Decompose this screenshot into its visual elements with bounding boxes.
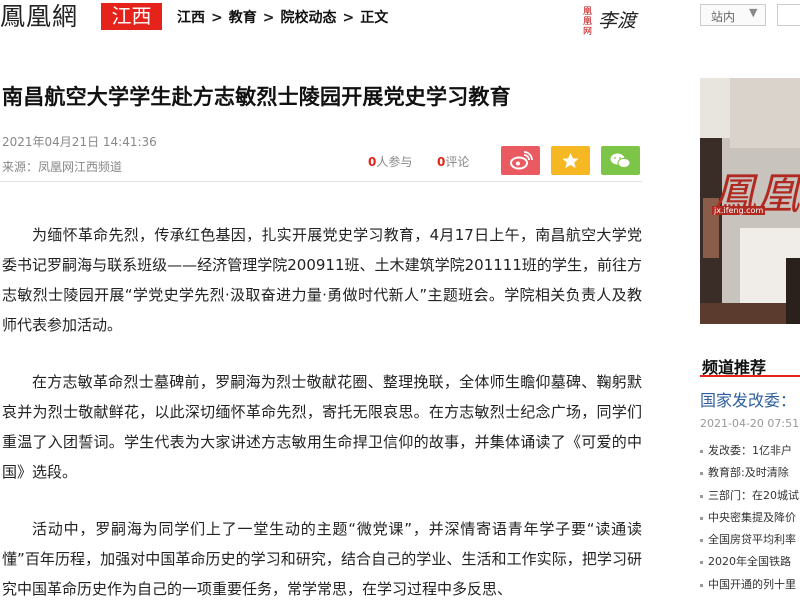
bullet-icon xyxy=(700,539,703,543)
list-item-link[interactable]: 2020年全国铁路 xyxy=(708,555,791,568)
breadcrumb-separator: > xyxy=(342,10,355,26)
breadcrumb-education[interactable]: 教育 xyxy=(229,10,257,26)
article-source[interactable]: 来源：凤凰网江西频道 xyxy=(2,158,122,175)
list-item-link[interactable]: 发改委：1亿非户 xyxy=(708,444,792,457)
breadcrumb-jiangxi[interactable]: 江西 xyxy=(177,10,205,26)
list-item-link[interactable]: 教育部:及时清除 xyxy=(708,466,789,479)
search-scope-select[interactable]: 站内 ▼ xyxy=(700,4,766,26)
bullet-icon xyxy=(700,583,703,587)
section-underline xyxy=(700,375,800,377)
list-item[interactable]: 2020年全国铁路 xyxy=(700,551,800,573)
list-item[interactable]: 三部门：在20城试 xyxy=(700,485,800,507)
site-header: 鳳凰網 江西 江西 > 教育 > 院校动态 > 正文 凰凰网 李渡 站内 ▼ xyxy=(0,0,800,38)
share-wechat-button[interactable] xyxy=(601,146,640,175)
comments-label: 评论 xyxy=(445,155,470,169)
brand-badge-name: 李渡 xyxy=(598,10,637,32)
chevron-down-icon: ▼ xyxy=(749,6,758,19)
weibo-icon xyxy=(510,151,533,170)
list-item-link[interactable]: 全国房贷平均利率 xyxy=(708,533,796,546)
list-item[interactable]: 中央密集提及降价 xyxy=(700,507,800,529)
ifeng-logo[interactable]: 鳳凰網 xyxy=(0,2,78,32)
favorite-button[interactable] xyxy=(551,146,590,175)
bullet-icon xyxy=(700,516,703,520)
article-paragraph: 为缅怀革命先烈，传承红色基因，扎实开展党史学习教育，4月17日上午，南昌航空大学… xyxy=(2,226,642,334)
recommend-headline-date: 2021-04-20 07:51 xyxy=(700,417,800,430)
recommend-list: 发改委：1亿非户 教育部:及时清除 三部门：在20城试 中央密集提及降价 全国房… xyxy=(700,440,800,596)
lidu-brand-badge[interactable]: 凰凰网 李渡 xyxy=(583,4,645,37)
article-paragraph: 在方志敏革命烈士墓碑前，罗嗣海为烈士敬献花圈、整理挽联，全体师生瞻仰墓碑、鞠躬默… xyxy=(2,373,642,481)
sidebar-ad-image[interactable]: 鳳凰 jx.ifeng.com xyxy=(700,78,800,324)
share-weibo-button[interactable] xyxy=(501,146,540,175)
watermark-url: jx.ifeng.com xyxy=(712,206,766,215)
bullet-icon xyxy=(700,472,703,476)
breadcrumb-article: 正文 xyxy=(360,10,389,26)
breadcrumb: 江西 > 教育 > 院校动态 > 正文 xyxy=(177,9,388,27)
bullet-icon xyxy=(700,561,703,565)
participants-count[interactable]: 0人参与 xyxy=(368,153,412,170)
list-item[interactable]: 中国开通的列十里 xyxy=(700,574,800,596)
recommend-headline-link[interactable]: 国家发改委： xyxy=(700,387,796,411)
list-item-link[interactable]: 中央密集提及降价 xyxy=(708,511,796,524)
breadcrumb-school-news[interactable]: 院校动态 xyxy=(280,10,336,26)
article-paragraph: 活动中，罗嗣海为同学们上了一堂生动的主题“微党课”，并深情寄语青年学子要“读通读… xyxy=(2,520,642,598)
article-date: 2021年04月21日 14:41:36 xyxy=(2,135,157,149)
list-item[interactable]: 发改委：1亿非户 xyxy=(700,440,800,462)
list-item[interactable]: 教育部:及时清除 xyxy=(700,462,800,484)
participants-label: 人参与 xyxy=(376,155,413,169)
search-scope-label: 站内 xyxy=(711,10,736,24)
channel-logo-jiangxi[interactable]: 江西 xyxy=(101,3,162,30)
bullet-icon xyxy=(700,494,703,498)
star-icon xyxy=(562,153,579,168)
brand-badge-small-text: 凰凰网 xyxy=(583,7,593,37)
channel-recommend-header: 频道推荐 xyxy=(700,347,800,377)
divider xyxy=(0,181,642,182)
breadcrumb-separator: > xyxy=(211,10,223,26)
wechat-icon xyxy=(610,153,631,169)
bullet-icon xyxy=(700,450,703,453)
article-title: 南昌航空大学学生赴方志敏烈士陵园开展党史学习教育 xyxy=(2,85,511,109)
list-item[interactable]: 全国房贷平均利率 xyxy=(700,529,800,551)
list-item-link[interactable]: 三部门：在20城试 xyxy=(708,489,799,502)
list-item-link[interactable]: 中国开通的列十里 xyxy=(708,578,796,591)
search-input[interactable] xyxy=(777,4,800,26)
comments-count[interactable]: 0评论 xyxy=(437,153,469,170)
breadcrumb-separator: > xyxy=(262,10,275,26)
